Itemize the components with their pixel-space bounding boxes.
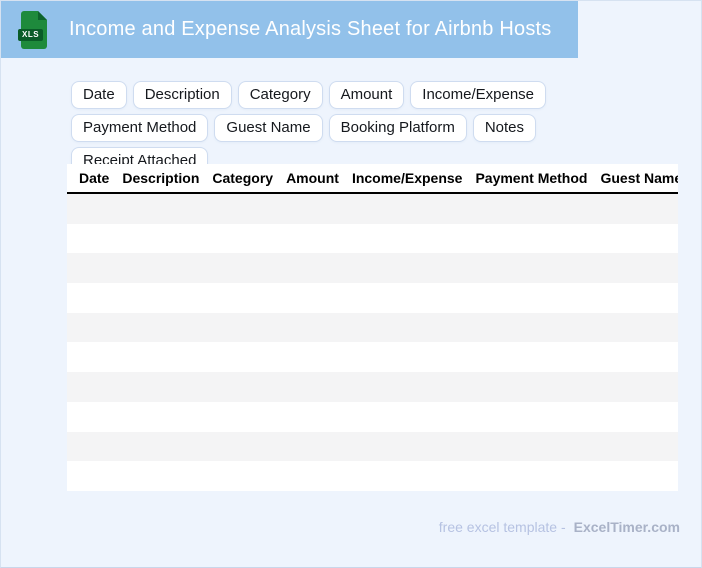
page-title: Income and Expense Analysis Sheet for Ai…: [69, 18, 552, 40]
spreadsheet-preview: Date Description Category Amount Income/Expe…: [67, 164, 678, 491]
column-header-payment-method: Payment Method: [475, 170, 588, 186]
field-pill-payment-method[interactable]: Payment Method: [71, 114, 209, 142]
brand-name: ExcelTimer.com: [573, 519, 680, 535]
xls-badge: XLS: [18, 28, 44, 41]
table-row: [67, 223, 678, 254]
table-row: [67, 342, 678, 373]
xls-file-icon: XLS: [18, 10, 47, 49]
column-header-income-expense: Income/Expense: [351, 170, 463, 186]
column-header-amount: Amount: [286, 170, 339, 186]
table-row: [67, 312, 678, 343]
field-pill-guest-name[interactable]: Guest Name: [214, 114, 323, 142]
table-row: [67, 461, 678, 491]
field-pill-description[interactable]: Description: [132, 81, 232, 109]
field-pill-date[interactable]: Date: [71, 81, 127, 109]
table-header-row: Date Description Category Amount Income/Expe…: [67, 164, 678, 194]
table-body: [67, 194, 678, 491]
field-pill-notes[interactable]: Notes: [472, 114, 537, 142]
table-row: [67, 283, 678, 313]
footer: free excel template - ExcelTimer.com: [439, 519, 680, 535]
table-row: [67, 372, 678, 402]
field-pill-income-expense[interactable]: Income/Expense: [410, 81, 547, 109]
column-header-category: Category: [212, 170, 274, 186]
table-row: [67, 401, 678, 432]
template-preview-page: XLS Income and Expense Analysis Sheet fo…: [0, 0, 702, 568]
folded-corner: [38, 10, 47, 20]
title-bar: XLS Income and Expense Analysis Sheet fo…: [1, 1, 578, 58]
field-pill-category[interactable]: Category: [237, 81, 323, 109]
column-pill-list: Date Description Category Amount Income/Expe…: [71, 81, 671, 175]
table-row: [67, 431, 678, 462]
column-header-date: Date: [79, 170, 110, 186]
field-pill-amount[interactable]: Amount: [328, 81, 405, 109]
column-header-guest-name: Guest Name: [600, 170, 678, 186]
table-row: [67, 253, 678, 284]
column-header-description: Description: [122, 170, 200, 186]
table-row: [67, 194, 678, 224]
field-pill-booking-platform[interactable]: Booking Platform: [328, 114, 467, 142]
footer-tagline: free excel template -: [438, 519, 566, 535]
